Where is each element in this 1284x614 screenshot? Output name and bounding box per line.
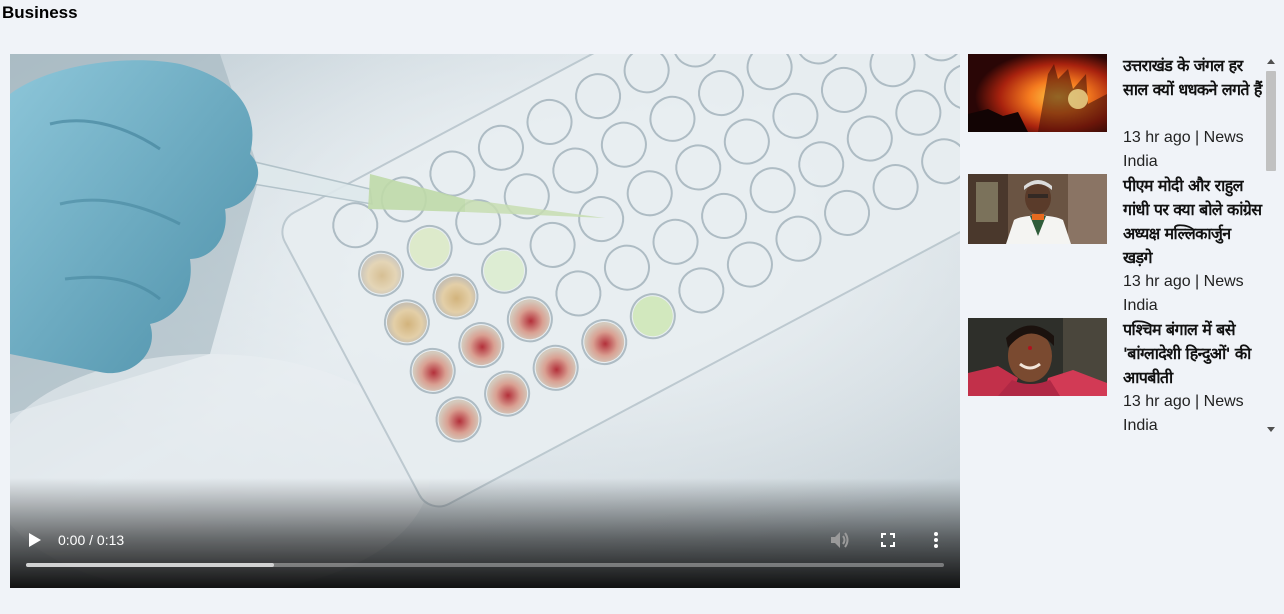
more-options-button[interactable] [926, 527, 946, 553]
news-meta: 13 hr ago | News India [1123, 393, 1244, 434]
news-thumbnail-forest-fire[interactable] [968, 54, 1107, 132]
related-news-list[interactable]: उत्तराखंड के जंगल हर साल क्यों धधकने लगत… [968, 54, 1276, 436]
news-headline[interactable]: पश्चिम बंगाल में बसे 'बांग्लादेशी हिन्दु… [1123, 318, 1263, 390]
scroll-up-arrow-icon [1267, 58, 1275, 64]
news-meta: 13 hr ago | News India [1123, 129, 1244, 170]
news-thumbnail-kharge[interactable] [968, 174, 1107, 244]
section-title: Business [2, 3, 78, 22]
controls-shade [10, 478, 960, 588]
fullscreen-button[interactable] [876, 527, 900, 553]
scroll-thumb[interactable] [1266, 71, 1276, 171]
news-item[interactable]: उत्तराखंड के जंगल हर साल क्यों धधकने लगत… [968, 54, 1262, 174]
play-icon [29, 533, 41, 547]
time-display: 0:00 / 0:13 [58, 532, 125, 548]
scroll-up-button[interactable] [1264, 54, 1278, 68]
progress-bar[interactable] [26, 563, 944, 567]
news-headline[interactable]: पीएम मोदी और राहुल गांधी पर क्या बोले का… [1123, 174, 1263, 270]
news-thumbnail-woman[interactable] [968, 318, 1107, 396]
volume-icon [831, 532, 849, 548]
more-vertical-icon [934, 532, 938, 548]
scroll-down-arrow-icon [1267, 426, 1275, 432]
sidebar-scrollbar[interactable] [1264, 54, 1278, 436]
news-item[interactable]: पीएम मोदी और राहुल गांधी पर क्या बोले का… [968, 174, 1262, 318]
news-item[interactable]: पश्चिम बंगाल में बसे 'बांग्लादेशी हिन्दु… [968, 318, 1262, 436]
progress-buffered [26, 563, 274, 567]
news-meta: 13 hr ago | News India [1123, 273, 1244, 314]
news-headline[interactable]: उत्तराखंड के जंगल हर साल क्यों धधकने लगत… [1123, 54, 1263, 102]
mute-button[interactable] [828, 527, 852, 553]
scroll-down-button[interactable] [1264, 422, 1278, 436]
fullscreen-icon [881, 533, 895, 547]
play-button[interactable] [24, 528, 46, 552]
video-player[interactable]: 0:00 / 0:13 [10, 54, 960, 588]
